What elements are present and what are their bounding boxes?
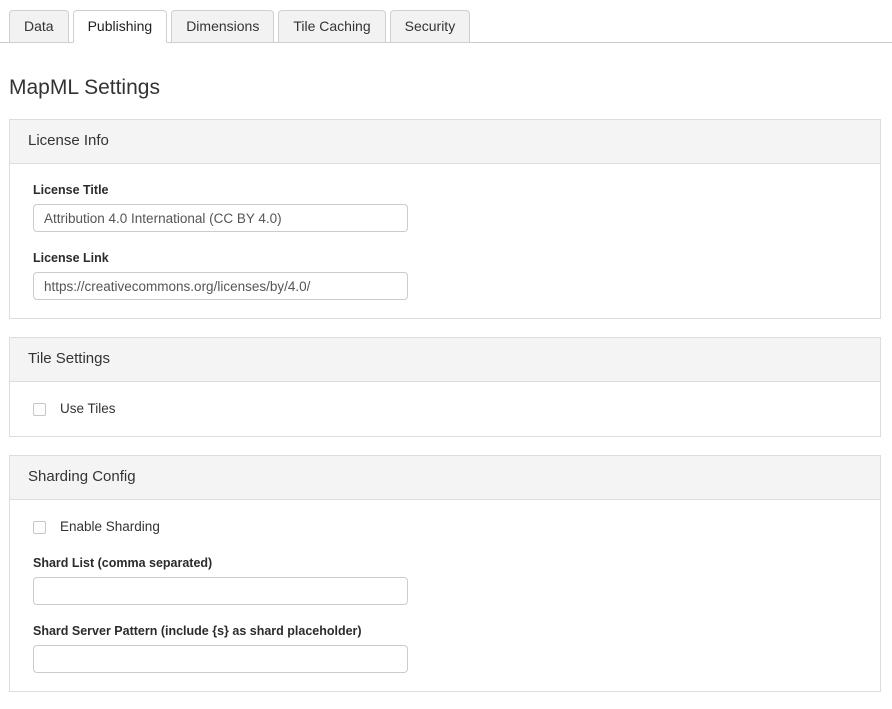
tab-security[interactable]: Security — [389, 10, 471, 43]
license-info-panel: License Info License Title License Link — [9, 119, 881, 319]
shard-list-input[interactable] — [33, 577, 408, 605]
enable-sharding-label[interactable]: Enable Sharding — [60, 518, 160, 536]
use-tiles-checkbox[interactable] — [33, 402, 46, 416]
license-info-body: License Title License Link — [10, 164, 880, 318]
tab-data[interactable]: Data — [9, 10, 69, 43]
license-title-input[interactable] — [33, 204, 408, 232]
license-info-header: License Info — [10, 120, 880, 164]
tile-settings-panel: Tile Settings Use Tiles — [9, 337, 881, 437]
page-title: MapML Settings — [9, 76, 160, 99]
use-tiles-row: Use Tiles — [33, 400, 862, 418]
tab-publishing[interactable]: Publishing — [72, 10, 168, 43]
tab-tile-caching[interactable]: Tile Caching — [278, 10, 386, 43]
enable-sharding-checkbox[interactable] — [33, 520, 46, 534]
sharding-config-header: Sharding Config — [10, 456, 880, 500]
sharding-config-body: Enable Sharding Shard List (comma separa… — [10, 500, 880, 691]
shard-server-pattern-label: Shard Server Pattern (include {s} as sha… — [33, 624, 362, 638]
tile-settings-body: Use Tiles — [10, 382, 880, 436]
use-tiles-label[interactable]: Use Tiles — [60, 400, 116, 418]
enable-sharding-row: Enable Sharding — [33, 518, 862, 536]
shard-server-pattern-input[interactable] — [33, 645, 408, 673]
shard-list-label: Shard List (comma separated) — [33, 556, 213, 570]
license-link-label: License Link — [33, 251, 109, 265]
tile-settings-header: Tile Settings — [10, 338, 880, 382]
license-link-input[interactable] — [33, 272, 408, 300]
settings-tab-bar: Data Publishing Dimensions Tile Caching … — [0, 0, 892, 43]
license-title-label: License Title — [33, 183, 109, 197]
sharding-config-panel: Sharding Config Enable Sharding Shard Li… — [9, 455, 881, 692]
tab-dimensions[interactable]: Dimensions — [171, 10, 275, 43]
